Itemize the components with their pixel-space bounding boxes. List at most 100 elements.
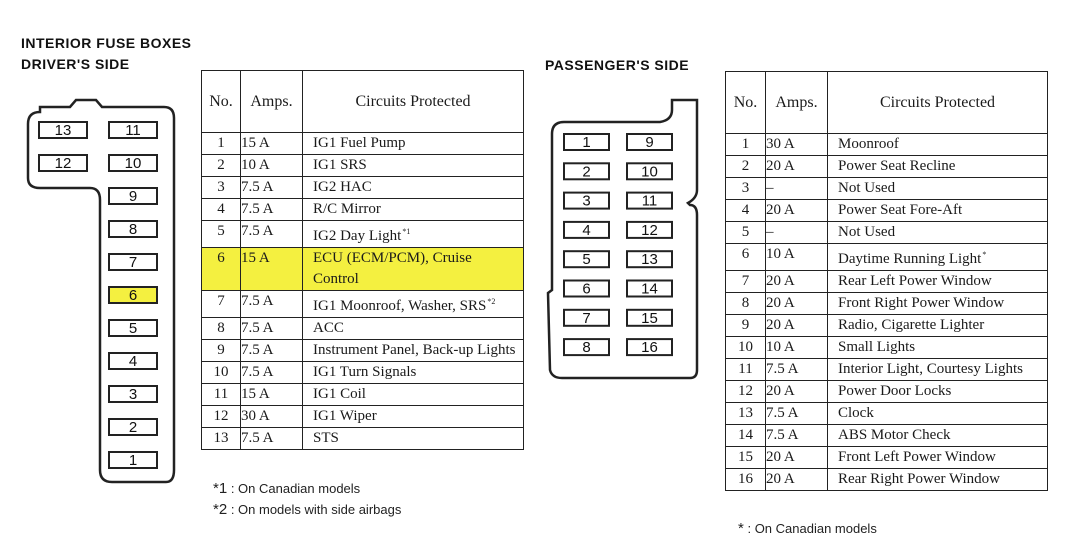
fuse-amps-text: 7.5 A (241, 364, 274, 380)
fuse-amps: 7.5 A (240, 198, 303, 221)
table-row: 7 7.5 A IG1 Moonroof, Washer, SRS*2 (201, 290, 524, 318)
fuse-amps-text: 7.5 A (241, 223, 274, 239)
table-row: 8 7.5 A ACC (201, 317, 524, 340)
circuit-protected: ABS Motor Check (827, 424, 1048, 447)
circuit-protected: Daytime Running Light* (827, 243, 1048, 271)
fuse-number: 3 (725, 177, 766, 200)
fuse-slot-label: 2 (129, 419, 137, 436)
fuse-slot-label: 10 (125, 155, 142, 172)
fuse-number-text: 7 (217, 293, 225, 309)
table-header-row: No. Amps. Circuits Protected (725, 71, 1048, 134)
fuse-amps: 7.5 A (240, 176, 303, 199)
table-row: 11 15 A IG1 Coil (201, 383, 524, 406)
fuse-slot-label: 1 (582, 134, 590, 151)
fuse-slot: 10 (108, 154, 158, 172)
fuse-amps-text: 10 A (766, 246, 795, 262)
fuse-amps-text: 20 A (766, 449, 795, 465)
fuse-number-text: 3 (217, 179, 225, 195)
fuse-number: 14 (725, 424, 766, 447)
fuse-number: 3 (201, 176, 241, 199)
fuse-number: 9 (725, 314, 766, 337)
table-row: 4 7.5 A R/C Mirror (201, 198, 524, 221)
fuse-slot-label: 7 (129, 254, 137, 271)
fuse-slot-label: 11 (125, 122, 141, 139)
fuse-number-text: 8 (217, 320, 225, 336)
fuse-amps: 7.5 A (240, 290, 303, 318)
footnote-mark: *1 (213, 480, 228, 497)
fuse-slot-label: 9 (129, 188, 137, 205)
fuse-amps: 7.5 A (240, 339, 303, 362)
fuse-number: 5 (201, 220, 241, 248)
fuse-number-text: 4 (741, 202, 750, 218)
fuse-amps-text: 30 A (766, 136, 795, 152)
fuse-number: 11 (201, 383, 241, 406)
circuit-protected-text: Power Seat Recline (838, 158, 956, 174)
driver-footnote-2: *2 : On models with side airbags (213, 501, 401, 518)
fuse-number-text: 15 (738, 449, 753, 465)
table-row: 2 10 A IG1 SRS (201, 154, 524, 177)
fuse-amps-text: 20 A (766, 317, 795, 333)
fuse-number: 12 (201, 405, 241, 428)
circuit-protected: STS (302, 427, 524, 450)
circuit-protected-text: Moonroof (838, 136, 899, 152)
fuse-amps-text: 7.5 A (241, 430, 274, 446)
circuit-protected: IG2 Day Light*1 (302, 220, 524, 248)
table-row: 4 20 A Power Seat Fore-Aft (725, 199, 1048, 222)
table-row: 3– Not Used (725, 177, 1048, 200)
fuse-number: 1 (725, 133, 766, 156)
header-amps: Amps. (765, 71, 828, 134)
fuse-amps: 15 A (240, 132, 303, 155)
fuse-amps: 10 A (765, 243, 828, 271)
circuit-protected-text: Not Used (838, 224, 896, 240)
fuse-amps-text: 20 A (766, 202, 795, 218)
circuit-protected: IG1 Moonroof, Washer, SRS*2 (302, 290, 524, 318)
header-circuits: Circuits Protected (302, 70, 524, 133)
table-row: 10 7.5 A IG1 Turn Signals (201, 361, 524, 384)
fuse-amps-text: 15 A (241, 250, 270, 266)
circuit-protected: Clock (827, 402, 1048, 425)
circuit-protected: IG2 HAC (302, 176, 524, 199)
table-row: 9 7.5 A Instrument Panel, Back-up Lights (201, 339, 524, 362)
fuse-amps-text: – (766, 224, 774, 240)
driver-footnote-1: *1 : On Canadian models (213, 480, 360, 497)
fuse-amps: 20 A (765, 380, 828, 403)
circuit-protected-text: Rear Right Power Window (838, 471, 1001, 487)
circuit-protected-text: Radio, Cigarette Lighter (838, 317, 985, 333)
fuse-number: 4 (725, 199, 766, 222)
fuse-amps: 20 A (765, 270, 828, 293)
fuse-number-text: 14 (738, 427, 753, 443)
footnote-ref: * (982, 250, 987, 259)
circuit-protected: Moonroof (827, 133, 1048, 156)
fuse-number-text: 3 (741, 180, 750, 196)
fuse-number-text: 10 (213, 364, 229, 380)
footnote-text: : On Canadian models (230, 481, 361, 496)
fuse-slot-label: 12 (55, 155, 72, 172)
fuse-slot: 13 (626, 250, 673, 268)
fuse-number-text: 5 (217, 223, 225, 239)
table-row: 13 7.5 A Clock (725, 402, 1048, 425)
fuse-number-text: 9 (741, 317, 750, 333)
fuse-slot: 15 (626, 308, 673, 327)
fuse-amps-text: 20 A (766, 273, 795, 289)
fuse-number-text: 6 (741, 246, 750, 262)
fuse-number-text: 2 (217, 157, 225, 173)
footnote-text: : On models with side airbags (230, 502, 402, 517)
header-amps: Amps. (240, 70, 303, 133)
fuse-amps: 15 A (240, 383, 303, 406)
fuse-slot-label: 4 (582, 222, 590, 239)
fuse-number-text: 12 (213, 408, 229, 424)
fuse-number: 2 (201, 154, 241, 177)
fuse-amps: 30 A (765, 133, 828, 156)
circuit-protected-text: IG1 Moonroof, Washer, SRS (313, 298, 487, 314)
fuse-slot-label: 2 (582, 163, 590, 180)
fuse-slot: 3 (108, 385, 158, 403)
fuse-number-text: 1 (217, 135, 225, 151)
table-row: 14 7.5 A ABS Motor Check (725, 424, 1048, 447)
table-row: 8 20 A Front Right Power Window (725, 292, 1048, 315)
table-row: 13 7.5 A STS (201, 427, 524, 450)
fuse-slot-label: 16 (641, 339, 658, 356)
circuit-protected-text: IG1 SRS (313, 157, 367, 173)
footnote-text: : On Canadian models (747, 521, 877, 536)
circuit-protected-text: IG2 Day Light (313, 228, 402, 244)
table-row: 5 7.5 A IG2 Day Light*1 (201, 220, 524, 248)
